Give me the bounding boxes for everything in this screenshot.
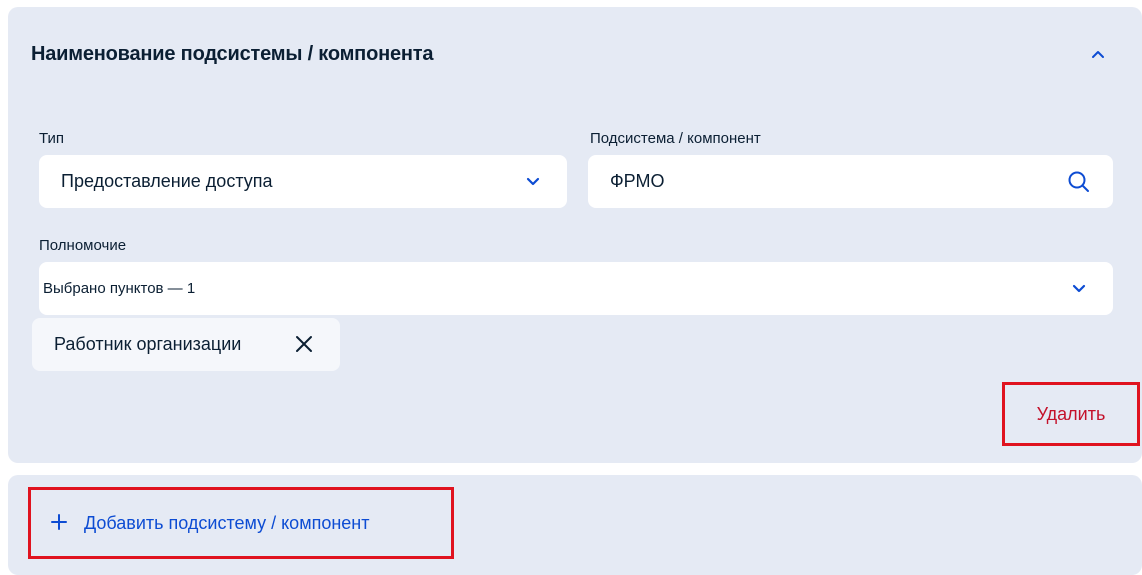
card-title: Наименование подсистемы / компонента <box>31 43 434 65</box>
add-subsystem-label: Добавить подсистему / компонент <box>84 513 370 533</box>
subsystem-card <box>8 7 1142 463</box>
authority-select-value: Выбрано пунктов — 1 <box>43 280 196 297</box>
add-subsystem-button[interactable]: Добавить подсистему / компонент <box>28 487 454 559</box>
subsystem-label: Подсистема / компонент <box>590 130 761 147</box>
type-select[interactable]: Предоставление доступа <box>39 155 567 208</box>
subsystem-search-input[interactable]: ФРМО <box>588 155 1113 208</box>
type-label: Тип <box>39 130 65 147</box>
selected-chip: Работник организации <box>32 318 340 371</box>
selected-chip-label: Работник организации <box>54 334 242 354</box>
collapse-button[interactable] <box>1084 40 1112 68</box>
authority-label: Полномочие <box>39 237 127 254</box>
authority-select[interactable]: Выбрано пунктов — 1 <box>39 262 1113 315</box>
delete-button[interactable]: Удалить <box>1002 382 1140 446</box>
close-icon[interactable] <box>292 332 316 356</box>
type-select-value: Предоставление доступа <box>61 171 273 191</box>
chevron-up-icon <box>1092 51 1104 58</box>
plus-icon <box>49 512 69 532</box>
chevron-down-icon <box>523 173 543 191</box>
chevron-down-icon <box>1069 280 1089 298</box>
subsystem-search-value: ФРМО <box>610 171 665 191</box>
search-icon[interactable] <box>1066 169 1092 195</box>
